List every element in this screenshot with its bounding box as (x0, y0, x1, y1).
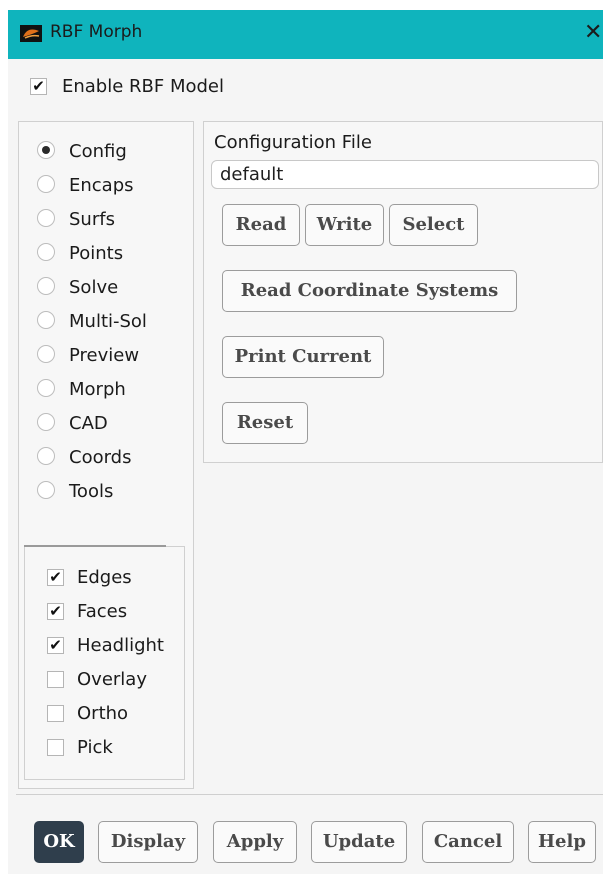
radio-solve-label: Solve (69, 277, 119, 298)
print-current-button[interactable]: Print Current (222, 336, 384, 378)
radio-morph[interactable] (37, 379, 55, 397)
overlay-label: Overlay (77, 669, 147, 690)
radio-surfs-label: Surfs (69, 209, 115, 230)
title-bar: RBF Morph ✕ (8, 10, 603, 59)
radio-config-label: Config (69, 141, 127, 162)
headlight-checkbox[interactable]: ✔ (47, 637, 64, 654)
reset-button[interactable]: Reset (222, 402, 308, 444)
window-title: RBF Morph (50, 22, 143, 42)
overlay-checkbox[interactable] (47, 671, 64, 688)
nav-divider (24, 545, 166, 547)
write-button[interactable]: Write (305, 204, 384, 246)
faces-checkbox[interactable]: ✔ (47, 603, 64, 620)
radio-config[interactable] (37, 141, 55, 159)
dialog-body: ✔ Enable RBF Model Config Encaps Surfs P… (8, 59, 603, 874)
edges-label: Edges (77, 567, 132, 588)
radio-points[interactable] (37, 243, 55, 261)
ortho-checkbox[interactable] (47, 705, 64, 722)
close-icon[interactable]: ✕ (584, 19, 603, 47)
cancel-button[interactable]: Cancel (422, 821, 514, 863)
apply-button[interactable]: Apply (213, 821, 297, 863)
rbf-morph-app-icon (20, 25, 42, 42)
ortho-label: Ortho (77, 703, 129, 724)
faces-label: Faces (77, 601, 128, 622)
radio-tools[interactable] (37, 481, 55, 499)
footer-separator (16, 794, 603, 795)
radio-encaps[interactable] (37, 175, 55, 193)
radio-cad-label: CAD (69, 413, 108, 434)
configuration-file-input[interactable]: default (211, 160, 599, 189)
help-button[interactable]: Help (528, 821, 596, 863)
radio-morph-label: Morph (69, 379, 126, 400)
radio-points-label: Points (69, 243, 124, 264)
read-button[interactable]: Read (222, 204, 300, 246)
radio-surfs[interactable] (37, 209, 55, 227)
radio-coords-label: Coords (69, 447, 132, 468)
enable-rbf-label: Enable RBF Model (62, 76, 225, 97)
pick-label: Pick (77, 737, 113, 758)
radio-preview-label: Preview (69, 345, 140, 366)
pick-checkbox[interactable] (47, 739, 64, 756)
enable-rbf-checkbox[interactable]: ✔ (30, 78, 47, 95)
headlight-label: Headlight (77, 635, 164, 656)
radio-multi-sol[interactable] (37, 311, 55, 329)
update-button[interactable]: Update (311, 821, 407, 863)
select-button[interactable]: Select (389, 204, 478, 246)
radio-tools-label: Tools (69, 481, 114, 502)
read-coordinate-systems-button[interactable]: Read Coordinate Systems (222, 270, 517, 312)
radio-solve[interactable] (37, 277, 55, 295)
radio-coords[interactable] (37, 447, 55, 465)
radio-encaps-label: Encaps (69, 175, 134, 196)
display-button[interactable]: Display (98, 821, 198, 863)
edges-checkbox[interactable]: ✔ (47, 569, 64, 586)
radio-multi-sol-label: Multi-Sol (69, 311, 147, 332)
radio-preview[interactable] (37, 345, 55, 363)
radio-cad[interactable] (37, 413, 55, 431)
configuration-file-label: Configuration File (214, 132, 372, 153)
ok-button[interactable]: OK (34, 821, 84, 863)
